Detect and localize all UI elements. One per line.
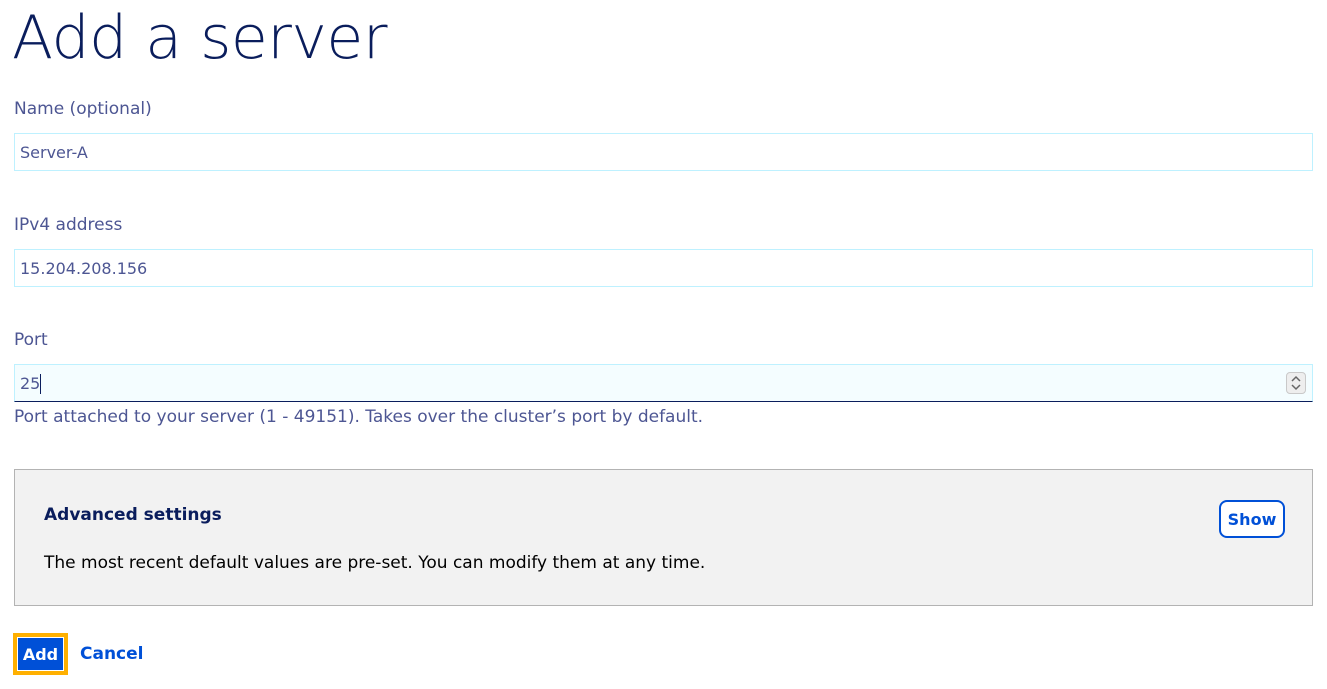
advanced-settings-title: Advanced settings — [44, 505, 222, 525]
port-label: Port — [14, 330, 48, 350]
show-button[interactable]: Show — [1219, 500, 1285, 538]
port-help-text: Port attached to your server (1 - 49151)… — [14, 407, 704, 427]
ipv4-input[interactable] — [14, 249, 1313, 287]
cancel-link[interactable]: Cancel — [80, 644, 143, 664]
text-caret — [40, 374, 41, 394]
spinner-arrows-icon[interactable] — [1286, 372, 1306, 394]
name-input[interactable] — [14, 133, 1313, 171]
advanced-settings-description: The most recent default values are pre-s… — [44, 553, 706, 573]
add-button[interactable]: Add — [13, 633, 68, 675]
name-label: Name (optional) — [14, 99, 152, 119]
advanced-settings-panel: Advanced settings The most recent defaul… — [14, 469, 1313, 606]
port-input[interactable] — [15, 365, 1275, 401]
page-title: Add a server — [12, 3, 388, 73]
port-field[interactable] — [14, 364, 1313, 402]
add-server-page: Add a server Name (optional) IPv4 addres… — [0, 0, 1327, 689]
ipv4-label: IPv4 address — [14, 215, 123, 235]
